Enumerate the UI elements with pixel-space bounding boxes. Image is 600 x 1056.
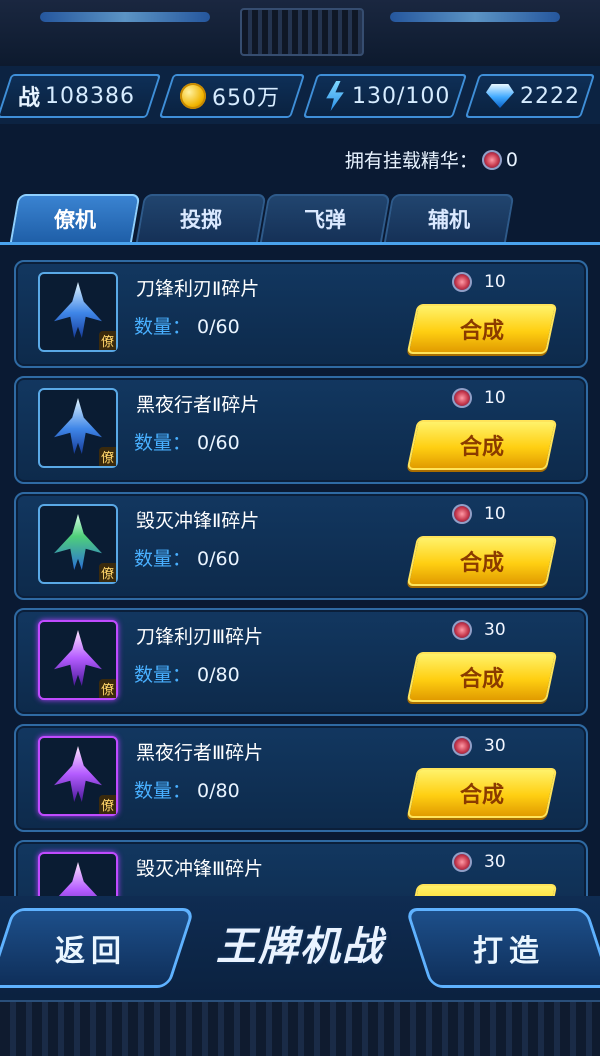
energy-value: 130/100 [352,83,451,109]
top-rail-left [40,12,210,22]
item-quantity: 数量： 0/80 [134,664,240,686]
list-item: 僚 刀锋利刃Ⅱ碎片 数量： 0/60 10 合成 [14,260,588,368]
synthesize-button[interactable]: 合成 [406,304,558,354]
wingman-ship-icon [54,398,102,454]
combat-power: 战 108386 [0,74,162,118]
lightning-bolt-icon [324,81,346,111]
essence-counter: 拥有挂载精华： 0 [345,146,518,173]
wingman-ship-icon [54,282,102,338]
synthesize-button[interactable]: 合成 [406,420,558,470]
wingman-tag: 僚 [98,679,116,698]
list-item: 毁灭冲锋Ⅲ碎片 30 [14,840,588,896]
item-thumbnail[interactable]: 僚 [38,388,118,468]
synthesize-button[interactable]: 合成 [406,652,558,702]
bottom-bar: 返回 王牌机战 打造 [0,896,600,1056]
item-name: 毁灭冲锋Ⅱ碎片 [136,510,260,532]
combat-label: 战 [18,86,42,111]
gold-coin-icon [180,83,206,109]
item-thumbnail[interactable]: 僚 [38,504,118,584]
combat-value: 108386 [45,83,135,109]
item-name: 黑夜行者Ⅲ碎片 [136,742,264,764]
item-cost: 10 [448,504,506,524]
fragment-list[interactable]: 僚 刀锋利刃Ⅱ碎片 数量： 0/60 10 合成 僚 黑夜行者Ⅱ碎片 数量： 0/6… [0,246,600,896]
essence-crystal-icon [452,272,472,292]
essence-crystal-icon [452,504,472,524]
essence-crystal-icon [452,852,472,872]
wingman-ship-icon [54,514,102,570]
tab-throw[interactable]: 投掷 [135,194,267,244]
list-item: 僚 黑夜行者Ⅲ碎片 数量： 0/80 30 合成 [14,724,588,832]
top-rail-right [390,12,560,22]
item-thumbnail[interactable]: 僚 [38,272,118,352]
item-thumbnail[interactable]: 僚 [38,736,118,816]
item-name: 刀锋利刃Ⅲ碎片 [136,626,264,648]
wingman-tag: 僚 [98,331,116,350]
item-cost: 10 [448,388,506,408]
back-button[interactable]: 返回 [0,908,195,988]
diamond-value: 2222 [520,83,580,109]
synthesize-button[interactable] [406,884,558,896]
item-cost: 30 [448,736,506,756]
category-tabs: 僚机 投掷 飞弹 辅机 [0,190,600,244]
gold-display[interactable]: 650万 [158,74,306,118]
item-thumbnail[interactable]: 僚 [38,620,118,700]
list-item: 僚 刀锋利刃Ⅲ碎片 数量： 0/80 30 合成 [14,608,588,716]
essence-count: 0 [505,148,518,171]
wingman-tag: 僚 [98,563,116,582]
top-frame [0,0,600,68]
energy-display[interactable]: 130/100 [302,74,468,118]
item-thumbnail[interactable] [38,852,118,896]
tab-underline [0,242,600,245]
essence-crystal-icon [452,736,472,756]
list-item: 僚 黑夜行者Ⅱ碎片 数量： 0/60 10 合成 [14,376,588,484]
item-quantity: 数量： 0/60 [134,548,240,570]
item-cost: 10 [448,272,506,292]
essence-crystal-icon [452,388,472,408]
diamond-gem-icon [486,84,514,108]
resource-bar: 战 108386 650万 130/100 2222 [0,66,600,124]
list-item: 僚 毁灭冲锋Ⅱ碎片 数量： 0/60 10 合成 [14,492,588,600]
item-name: 黑夜行者Ⅱ碎片 [136,394,260,416]
essence-crystal-icon [481,149,502,170]
wingman-ship-icon [54,630,102,686]
game-logo: 王牌机战 [216,924,384,970]
tab-wingman[interactable]: 僚机 [9,194,141,244]
item-quantity: 数量： 0/60 [134,316,240,338]
wingman-tag: 僚 [98,795,116,814]
item-cost: 30 [448,852,506,872]
essence-crystal-icon [452,620,472,640]
wingman-ship-icon [54,746,102,802]
diamond-display[interactable]: 2222 [464,74,596,118]
wingman-ship-icon [54,862,102,896]
item-name: 毁灭冲锋Ⅲ碎片 [136,858,264,880]
bottom-decoration [0,1000,600,1056]
tab-auxiliary[interactable]: 辅机 [383,194,515,244]
item-cost: 30 [448,620,506,640]
item-quantity: 数量： 0/80 [134,780,240,802]
essence-label: 拥有挂载精华： [344,150,478,172]
wingman-tag: 僚 [98,447,116,466]
tab-missile[interactable]: 飞弹 [259,194,391,244]
synthesize-button[interactable]: 合成 [406,536,558,586]
synthesize-button[interactable]: 合成 [406,768,558,818]
item-name: 刀锋利刃Ⅱ碎片 [136,278,260,300]
gold-value: 650万 [212,86,280,111]
top-grille [240,8,364,56]
forge-button[interactable]: 打造 [405,908,600,988]
item-quantity: 数量： 0/60 [134,432,240,454]
